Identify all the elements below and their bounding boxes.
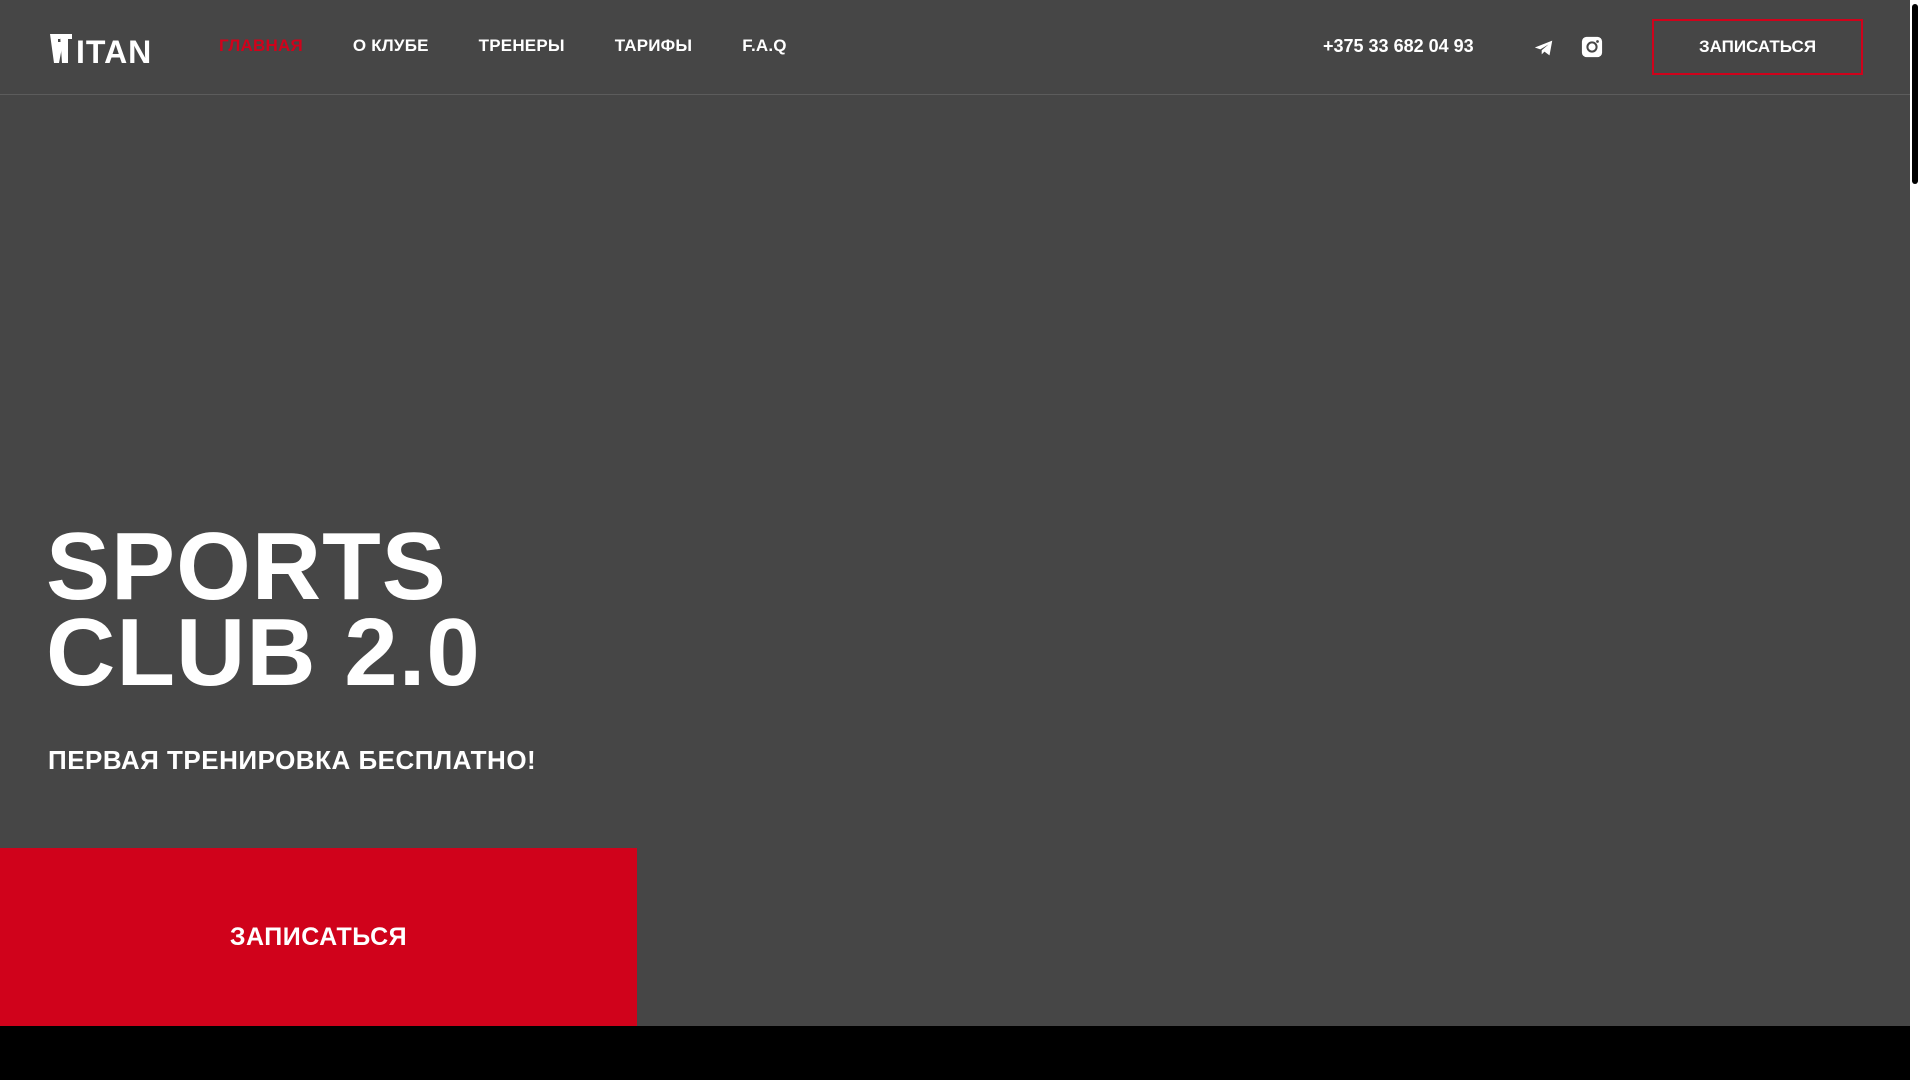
hero-title: SPORTS CLUB 2.0 [46,519,481,701]
scrollbar[interactable] [1910,0,1920,1080]
page: ITAN ГЛАВНАЯ О КЛУБЕ ТРЕНЕРЫ ТАРИФЫ F.A.… [0,0,1910,1026]
site-header: ITAN ГЛАВНАЯ О КЛУБЕ ТРЕНЕРЫ ТАРИФЫ F.A.… [0,0,1910,95]
nav-link-trainers[interactable]: ТРЕНЕРЫ [479,36,565,56]
scrollbar-thumb[interactable] [1912,4,1918,184]
svg-text:ITAN: ITAN [76,34,152,66]
nav-link-about[interactable]: О КЛУБЕ [353,36,429,56]
instagram-icon[interactable] [1581,36,1603,58]
hero-title-line2: CLUB 2.0 [46,599,481,706]
header-signup-button[interactable]: ЗАПИСАТЬСЯ [1652,19,1863,75]
titan-logo[interactable]: ITAN [50,30,162,66]
nav-link-home[interactable]: ГЛАВНАЯ [219,36,303,56]
telegram-icon[interactable] [1533,37,1555,59]
nav-link-faq[interactable]: F.A.Q [742,36,786,56]
main-nav: ГЛАВНАЯ О КЛУБЕ ТРЕНЕРЫ ТАРИФЫ F.A.Q [219,36,837,56]
nav-link-pricing[interactable]: ТАРИФЫ [615,36,693,56]
phone-link[interactable]: +375 33 682 04 93 [1323,36,1474,57]
hero-subtitle: ПЕРВАЯ ТРЕНИРОВКА БЕСПЛАТНО! [48,745,537,775]
hero-signup-button[interactable]: ЗАПИСАТЬСЯ [0,848,637,1026]
